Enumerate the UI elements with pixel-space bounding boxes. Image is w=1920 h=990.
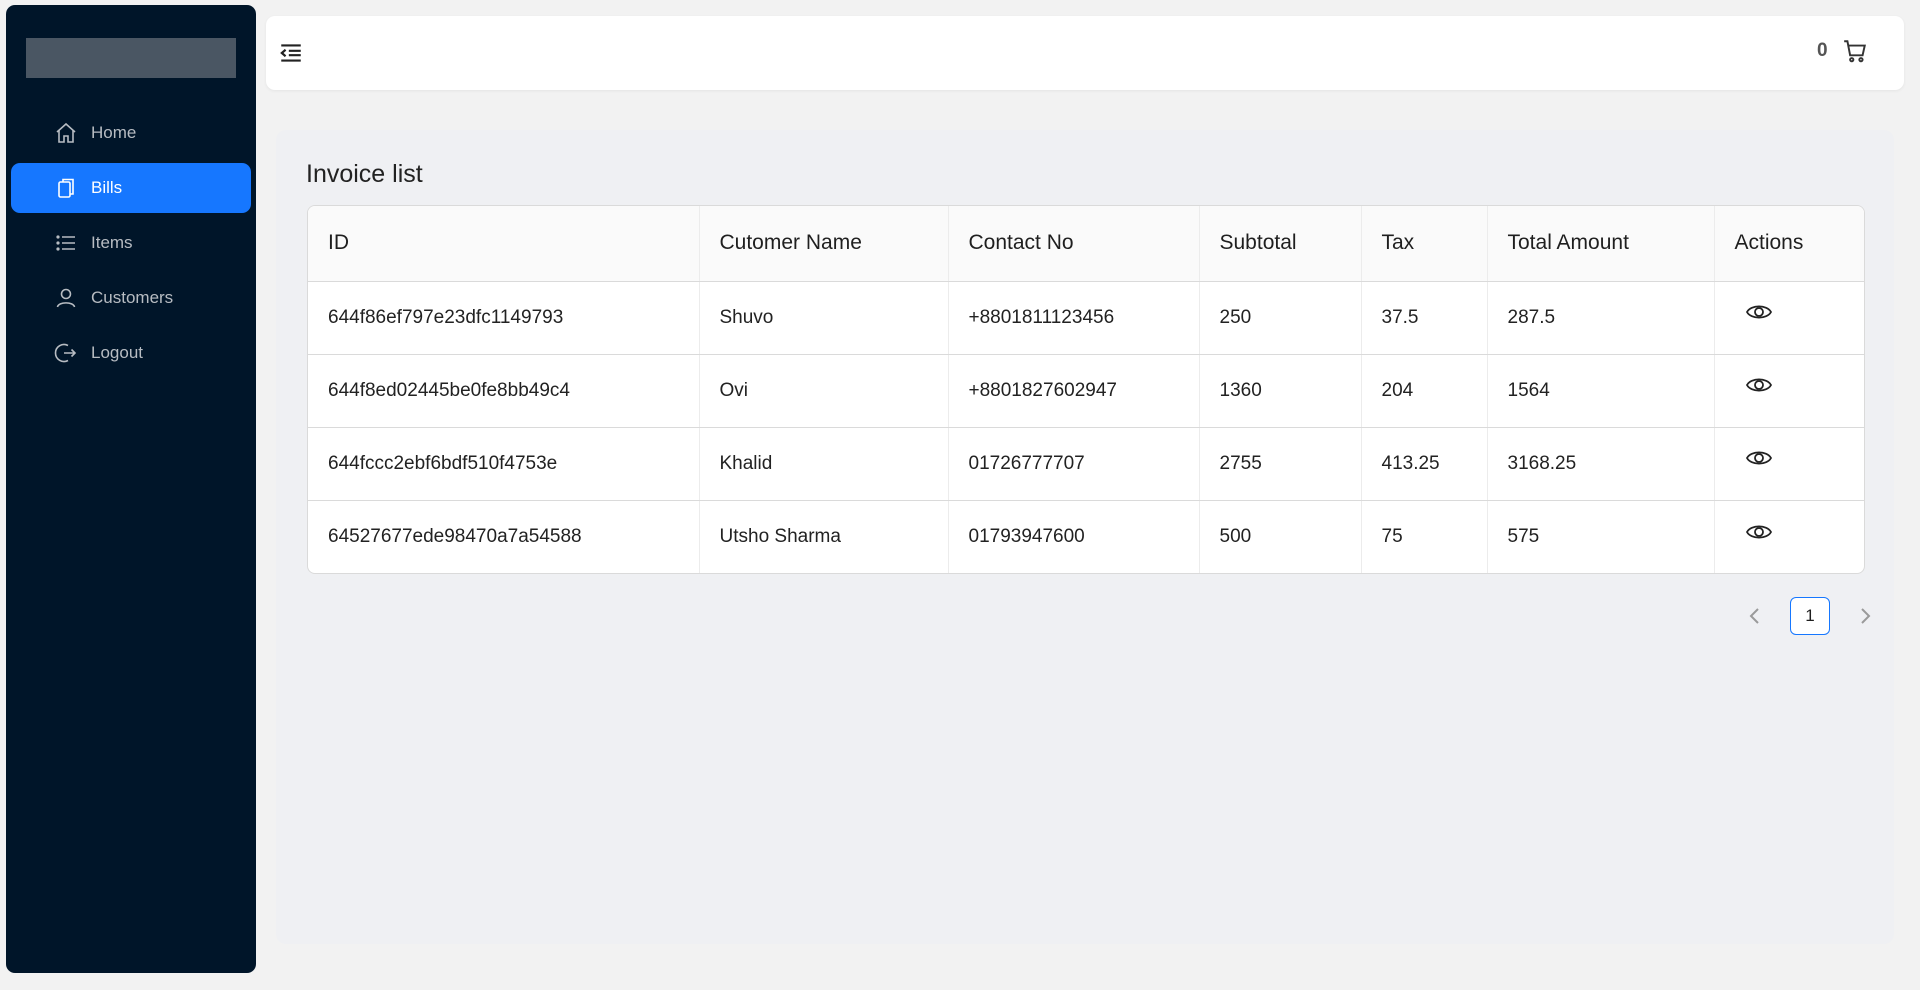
- sidebar-item-label: Home: [91, 123, 137, 142]
- cell-tax: 413.25: [1361, 427, 1488, 501]
- top-header: 0: [266, 16, 1904, 90]
- cell-subtotal: 250: [1199, 281, 1362, 355]
- cell-customer-name: Utsho Sharma: [699, 500, 949, 573]
- table-row: 644f8ed02445be0fe8bb49c4 Ovi +8801827602…: [308, 354, 1864, 428]
- sidebar-item-bills[interactable]: Bills: [11, 163, 251, 213]
- eye-icon[interactable]: [1745, 374, 1775, 398]
- eye-icon[interactable]: [1745, 447, 1775, 471]
- column-header-contact-no: Contact No: [948, 206, 1200, 282]
- pagination-prev-button[interactable]: [1738, 599, 1772, 633]
- cell-customer-name: Khalid: [699, 427, 949, 501]
- column-header-actions: Actions: [1714, 206, 1864, 282]
- sidebar: Home Bills Items Customers Logout: [6, 5, 256, 973]
- cell-id: 644f86ef797e23dfc1149793: [308, 281, 700, 355]
- cell-contact-no: +8801827602947: [948, 354, 1200, 428]
- pagination-next-button[interactable]: [1848, 599, 1882, 633]
- cell-subtotal: 500: [1199, 500, 1362, 573]
- sidebar-item-label: Customers: [91, 288, 174, 307]
- cell-total-amount: 3168.25: [1487, 427, 1715, 501]
- cell-contact-no: +8801811123456: [948, 281, 1200, 355]
- cell-customer-name: Ovi: [699, 354, 949, 428]
- cell-customer-name: Shuvo: [699, 281, 949, 355]
- cell-actions: [1714, 354, 1864, 428]
- cell-actions: [1714, 500, 1864, 573]
- chevron-left-icon: [1749, 608, 1759, 624]
- cell-subtotal: 1360: [1199, 354, 1362, 428]
- cell-contact-no: 01793947600: [948, 500, 1200, 573]
- cell-tax: 204: [1361, 354, 1488, 428]
- cell-total-amount: 1564: [1487, 354, 1715, 428]
- pagination: 1: [1738, 596, 1882, 636]
- cell-tax: 75: [1361, 500, 1488, 573]
- invoice-table: ID Cutomer Name Contact No Subtotal Tax …: [307, 205, 1865, 574]
- cell-actions: [1714, 281, 1864, 355]
- table-header-row: ID Cutomer Name Contact No Subtotal Tax …: [308, 206, 1864, 282]
- main-content: Invoice list ID Cutomer Name Contact No …: [276, 130, 1894, 944]
- sidebar-item-customers[interactable]: Customers: [11, 273, 251, 323]
- sidebar-item-label: Items: [91, 233, 133, 252]
- pagination-page-1[interactable]: 1: [1790, 597, 1830, 635]
- column-header-customer-name: Cutomer Name: [699, 206, 949, 282]
- page-title: Invoice list: [306, 160, 423, 188]
- chevron-right-icon: [1861, 608, 1871, 624]
- sidebar-item-logout[interactable]: Logout: [11, 328, 251, 378]
- cell-id: 644f8ed02445be0fe8bb49c4: [308, 354, 700, 428]
- logo-placeholder: [26, 38, 236, 78]
- cell-subtotal: 2755: [1199, 427, 1362, 501]
- cell-total-amount: 287.5: [1487, 281, 1715, 355]
- user-icon: [53, 285, 79, 311]
- column-header-total-amount: Total Amount: [1487, 206, 1715, 282]
- list-icon: [53, 230, 79, 256]
- eye-icon[interactable]: [1745, 521, 1775, 545]
- sidebar-item-label: Bills: [91, 178, 123, 197]
- table-row: 644fccc2ebf6bdf510f4753e Khalid 01726777…: [308, 427, 1864, 501]
- cell-contact-no: 01726777707: [948, 427, 1200, 501]
- copy-icon: [53, 175, 79, 201]
- table-row: 644f86ef797e23dfc1149793 Shuvo +88018111…: [308, 281, 1864, 355]
- table-row: 64527677ede98470a7a54588 Utsho Sharma 01…: [308, 500, 1864, 573]
- sidebar-menu: Home Bills Items Customers Logout: [11, 108, 251, 383]
- logout-icon: [53, 340, 79, 366]
- sidebar-item-items[interactable]: Items: [11, 218, 251, 268]
- cell-id: 64527677ede98470a7a54588: [308, 500, 700, 573]
- home-icon: [53, 120, 79, 146]
- cell-actions: [1714, 427, 1864, 501]
- sidebar-item-home[interactable]: Home: [11, 108, 251, 158]
- shopping-cart-icon[interactable]: [1842, 38, 1870, 66]
- sidebar-item-label: Logout: [91, 343, 143, 362]
- column-header-subtotal: Subtotal: [1199, 206, 1362, 282]
- cell-id: 644fccc2ebf6bdf510f4753e: [308, 427, 700, 501]
- column-header-id: ID: [308, 206, 700, 282]
- eye-icon[interactable]: [1745, 301, 1775, 325]
- menu-fold-icon[interactable]: [278, 40, 306, 66]
- cell-total-amount: 575: [1487, 500, 1715, 573]
- cart-count-badge: 0: [1817, 40, 1828, 61]
- column-header-tax: Tax: [1361, 206, 1488, 282]
- cell-tax: 37.5: [1361, 281, 1488, 355]
